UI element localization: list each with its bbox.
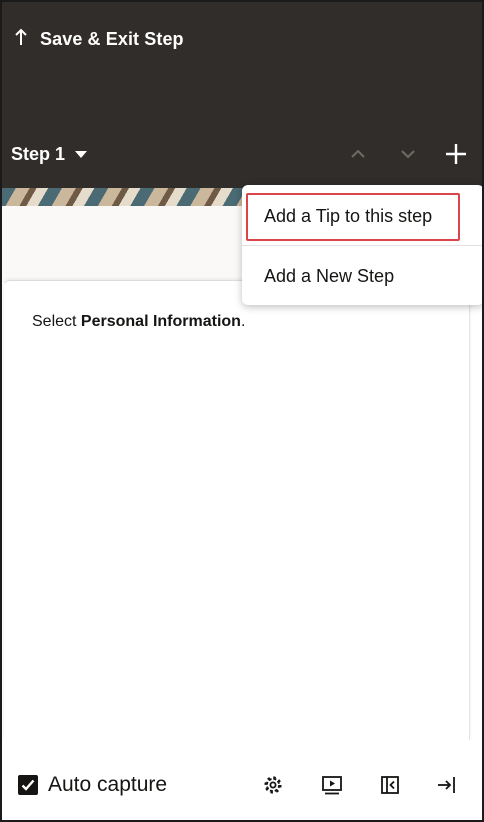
menu-divider [242,245,482,246]
footer-toolbar: Auto capture [2,740,482,820]
highlight-box [246,193,460,241]
chevron-up-icon[interactable] [344,140,372,168]
instruction-target: Personal Information [80,313,241,330]
recorder-panel: Save & Exit Step Step 1 Select Personal … [0,0,484,822]
save-exit-label: Save & Exit Step [40,28,184,49]
preview-icon[interactable] [319,772,345,798]
step-label: Step 1 [11,143,66,164]
header: Save & Exit Step Step 1 [2,2,482,192]
chevron-down-icon[interactable] [394,140,422,168]
step-toolbar: Step 1 [2,132,482,176]
step-selector[interactable]: Step 1 [11,140,88,168]
up-arrow-icon [14,28,28,50]
step-content: Select Personal Information. [4,280,470,740]
auto-capture-label: Auto capture [48,773,168,796]
instruction-suffix: . [240,313,246,330]
add-menu: Add a Tip to this step Add a New Step [242,185,482,305]
menu-item-label: Add a New Step [264,265,395,286]
exit-icon[interactable] [434,772,460,798]
auto-capture-toggle[interactable]: Auto capture [18,772,167,798]
collapse-panel-icon[interactable] [377,772,403,798]
menu-item-add-step[interactable]: Add a New Step [242,247,482,305]
gear-icon[interactable] [260,772,286,798]
checkbox-checked-icon[interactable] [18,775,38,795]
step-instruction: Select Personal Information. [32,313,245,331]
instruction-prefix: Select [32,313,81,330]
menu-item-add-tip[interactable]: Add a Tip to this step [242,187,482,245]
plus-icon[interactable] [440,138,472,170]
caret-down-icon [75,151,88,158]
save-exit-button[interactable]: Save & Exit Step [14,24,184,54]
